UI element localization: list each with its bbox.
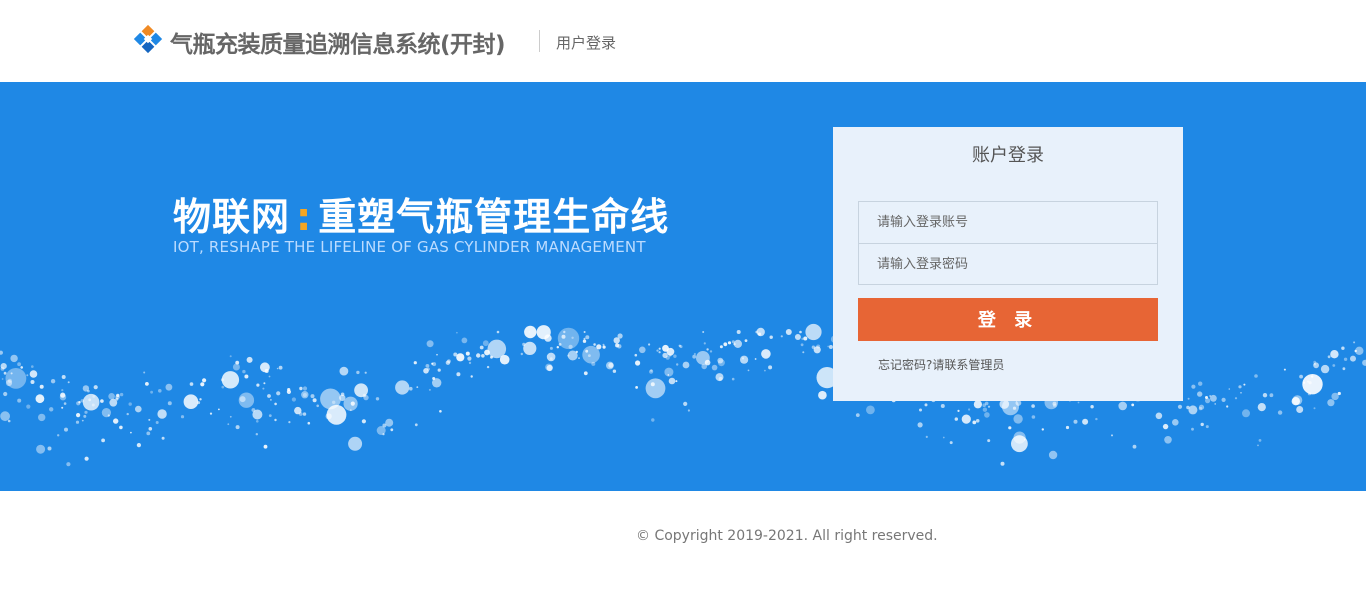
header: 气瓶充装质量追溯信息系统(开封) 用户登录 [0,0,1366,82]
header-divider [539,30,540,52]
forgot-password-link[interactable]: 忘记密码?请联系管理员 [878,356,1004,373]
login-title: 账户登录 [972,145,1044,166]
login-card: 账户登录 登 录 忘记密码?请联系管理员 [833,127,1183,401]
password-row [859,243,1157,284]
username-input[interactable] [875,214,1157,231]
username-row [859,202,1157,243]
page-subtitle: 用户登录 [556,34,617,52]
copyright-text: © Copyright 2019-2021. All right reserve… [636,528,938,544]
slogan-right: 重塑气瓶管理生命线 [318,195,670,239]
hero-slogan: 物联网: 重塑气瓶管理生命线 [173,186,669,241]
hero-slogan-english: IOT, RESHAPE THE LIFELINE OF GAS CYLINDE… [173,238,646,256]
slogan-colon: : [296,195,313,239]
slogan-left: 物联网 [173,195,291,239]
diamond-grid-logo-icon [133,24,163,54]
login-button[interactable]: 登 录 [858,298,1158,341]
login-input-group [858,201,1158,285]
password-input[interactable] [875,255,1157,273]
footer: © Copyright 2019-2021. All right reserve… [0,491,1366,604]
app-title: 气瓶充装质量追溯信息系统(开封) [170,32,506,58]
